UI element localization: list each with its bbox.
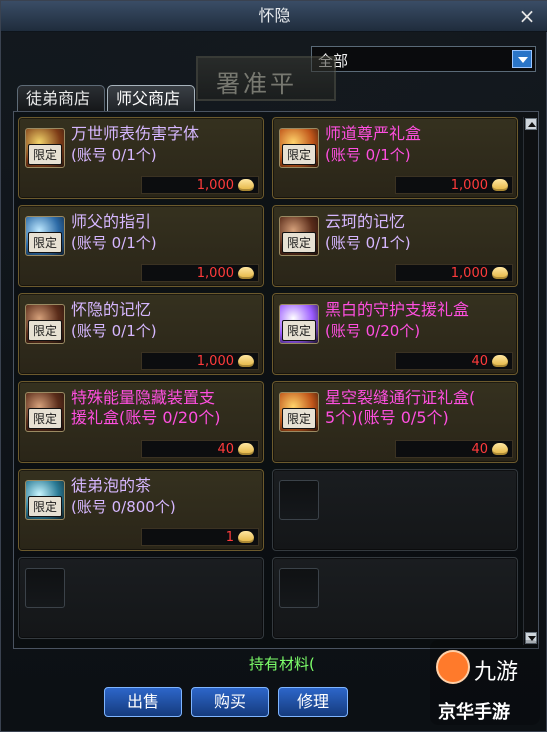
price-box: 1,000 bbox=[141, 176, 259, 194]
sell-button[interactable]: 出售 bbox=[104, 687, 182, 717]
item-name: 怀隐的记忆 bbox=[71, 300, 152, 319]
limited-badge: 限定 bbox=[282, 144, 317, 165]
item-icon: 限定 bbox=[279, 216, 319, 256]
category-filter[interactable]: 全部 bbox=[311, 46, 536, 72]
item-name: 特殊能量隐藏装置支 援礼盒(账号 0/20个) bbox=[71, 388, 221, 427]
empty-slot bbox=[272, 557, 518, 639]
scroll-up-icon[interactable] bbox=[525, 118, 537, 130]
tab-apprentice-shop-label: 徒弟商店 bbox=[26, 89, 91, 108]
item-limit: (账号 0/1个) bbox=[325, 146, 411, 164]
holding-materials: 持有材料( bbox=[249, 655, 315, 673]
gold-ingot-icon bbox=[238, 443, 254, 455]
price-value: 40 bbox=[471, 354, 488, 369]
limited-badge: 限定 bbox=[282, 232, 317, 253]
limited-badge: 限定 bbox=[28, 144, 63, 165]
limited-badge: 限定 bbox=[282, 408, 317, 429]
limited-badge: 限定 bbox=[28, 496, 63, 517]
repair-button[interactable]: 修理 bbox=[278, 687, 348, 717]
item-name: 师父的指引 bbox=[71, 212, 152, 231]
limited-badge: 限定 bbox=[28, 320, 63, 341]
price-value: 1,000 bbox=[196, 354, 234, 369]
item-scrollbar[interactable] bbox=[523, 117, 538, 645]
empty-slot-icon bbox=[25, 568, 65, 608]
shop-item-card[interactable]: 限定 特殊能量隐藏装置支 援礼盒(账号 0/20个) 40 bbox=[18, 381, 264, 463]
gold-ingot-icon bbox=[492, 443, 508, 455]
tab-apprentice-shop[interactable]: 徒弟商店 bbox=[17, 85, 105, 111]
gold-ingot-icon bbox=[238, 267, 254, 279]
item-limit: (账号 0/1个) bbox=[325, 234, 411, 252]
empty-slot bbox=[18, 557, 264, 639]
gold-ingot-icon bbox=[238, 531, 254, 543]
price-value: 40 bbox=[217, 442, 234, 457]
shop-item-card[interactable]: 限定 徒弟泡的茶 (账号 0/800个) 1 bbox=[18, 469, 264, 551]
price-box: 40 bbox=[395, 440, 513, 458]
item-limit: (账号 0/1个) bbox=[71, 234, 157, 252]
price-value: 1,000 bbox=[450, 178, 488, 193]
tab-master-shop[interactable]: 师父商店 bbox=[107, 85, 195, 111]
tab-master-shop-label: 师父商店 bbox=[116, 89, 181, 108]
item-name: 师道尊严礼盒 bbox=[325, 124, 422, 143]
gold-ingot-icon bbox=[238, 179, 254, 191]
watermark-line-2: 京华手游 bbox=[438, 702, 510, 723]
item-name: 黑白的守护支援礼盒 bbox=[325, 300, 470, 319]
price-value: 1 bbox=[225, 530, 234, 545]
price-box: 1,000 bbox=[395, 264, 513, 282]
item-icon: 限定 bbox=[279, 304, 319, 344]
item-icon: 限定 bbox=[25, 128, 65, 168]
background-sign: 署准平 bbox=[196, 56, 336, 101]
price-value: 40 bbox=[471, 442, 488, 457]
price-value: 1,000 bbox=[450, 266, 488, 281]
price-box: 40 bbox=[395, 352, 513, 370]
price-box: 1,000 bbox=[141, 264, 259, 282]
empty-slot bbox=[272, 469, 518, 551]
window-title: 怀隐 bbox=[258, 6, 291, 25]
item-limit: (账号 0/1个) bbox=[71, 146, 157, 164]
shop-item-card[interactable]: 限定 师父的指引 (账号 0/1个) 1,000 bbox=[18, 205, 264, 287]
limited-badge: 限定 bbox=[28, 408, 63, 429]
gold-ingot-icon bbox=[238, 355, 254, 367]
item-name: 万世师表伤害字体 bbox=[71, 124, 200, 143]
background-sign-text: 署准平 bbox=[216, 70, 297, 98]
empty-slot-icon bbox=[279, 480, 319, 520]
item-icon: 限定 bbox=[25, 304, 65, 344]
titlebar: 怀隐 × bbox=[1, 1, 547, 32]
limited-badge: 限定 bbox=[282, 320, 317, 341]
watermark-line-1: 九游 bbox=[474, 660, 519, 685]
watermark-logo: 九游 京华手游 bbox=[430, 640, 540, 725]
item-icon: 限定 bbox=[25, 392, 65, 432]
gold-ingot-icon bbox=[492, 267, 508, 279]
shop-window: 怀隐 × 全部 署准平 徒弟商店 师父商店 限定 万世师表伤害字体 (账号 0/… bbox=[0, 0, 547, 732]
shop-item-card[interactable]: 限定 怀隐的记忆 (账号 0/1个) 1,000 bbox=[18, 293, 264, 375]
shop-item-card[interactable]: 限定 黑白的守护支援礼盒 (账号 0/20个) 40 bbox=[272, 293, 518, 375]
item-icon: 限定 bbox=[25, 480, 65, 520]
price-box: 1,000 bbox=[395, 176, 513, 194]
price-box: 1,000 bbox=[141, 352, 259, 370]
item-icon: 限定 bbox=[279, 128, 319, 168]
price-box: 1 bbox=[141, 528, 259, 546]
shop-item-card[interactable]: 限定 云珂的记忆 (账号 0/1个) 1,000 bbox=[272, 205, 518, 287]
gold-ingot-icon bbox=[492, 179, 508, 191]
shop-item-card[interactable]: 限定 师道尊严礼盒 (账号 0/1个) 1,000 bbox=[272, 117, 518, 199]
close-icon[interactable]: × bbox=[516, 5, 538, 27]
gold-ingot-icon bbox=[492, 355, 508, 367]
empty-slot-icon bbox=[279, 568, 319, 608]
item-icon: 限定 bbox=[279, 392, 319, 432]
item-limit: (账号 0/800个) bbox=[71, 498, 176, 516]
shop-item-card[interactable]: 限定 万世师表伤害字体 (账号 0/1个) 1,000 bbox=[18, 117, 264, 199]
limited-badge: 限定 bbox=[28, 232, 63, 253]
price-value: 1,000 bbox=[196, 266, 234, 281]
shop-item-card[interactable]: 限定 星空裂缝通行证礼盒( 5个)(账号 0/5个) 40 bbox=[272, 381, 518, 463]
item-limit: (账号 0/1个) bbox=[71, 322, 157, 340]
chevron-down-icon[interactable] bbox=[512, 50, 532, 68]
item-limit: (账号 0/20个) bbox=[325, 322, 421, 340]
item-name: 徒弟泡的茶 bbox=[71, 476, 152, 495]
watermark-face-icon bbox=[436, 650, 470, 684]
price-value: 1,000 bbox=[196, 178, 234, 193]
buy-button[interactable]: 购买 bbox=[191, 687, 269, 717]
item-icon: 限定 bbox=[25, 216, 65, 256]
price-box: 40 bbox=[141, 440, 259, 458]
item-name: 星空裂缝通行证礼盒( 5个)(账号 0/5个) bbox=[325, 388, 476, 427]
item-name: 云珂的记忆 bbox=[325, 212, 406, 231]
